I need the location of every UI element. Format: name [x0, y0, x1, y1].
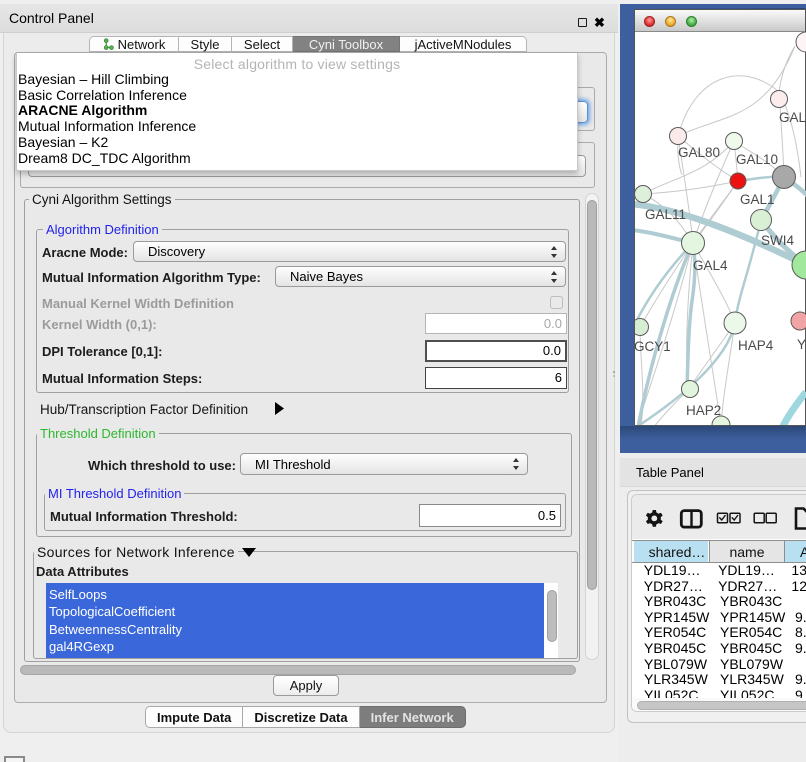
svg-text:GAL: GAL: [779, 110, 806, 125]
svg-text:HAP2: HAP2: [686, 403, 721, 418]
svg-text:GAL11: GAL11: [645, 207, 686, 222]
svg-text:GCY1: GCY1: [635, 339, 671, 354]
svg-text:GAL1: GAL1: [740, 192, 775, 207]
svg-text:GAL4: GAL4: [693, 258, 728, 273]
svg-text:HAP4: HAP4: [738, 338, 774, 353]
svg-text:Y: Y: [797, 337, 806, 352]
svg-text:SWI4: SWI4: [761, 233, 794, 248]
svg-text:GAL80: GAL80: [678, 145, 720, 160]
svg-text:GAL10: GAL10: [736, 152, 778, 167]
